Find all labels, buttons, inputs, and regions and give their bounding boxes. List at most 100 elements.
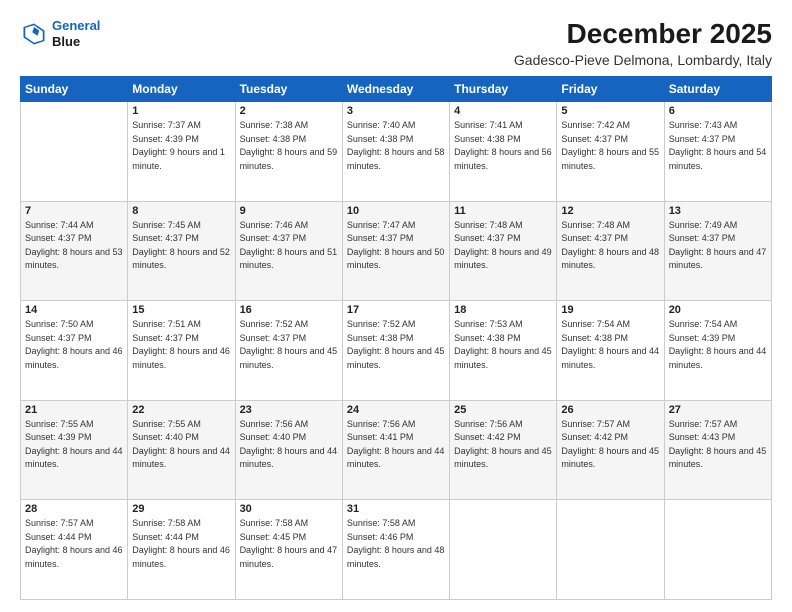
day-number: 12 [561, 205, 659, 217]
day-number: 17 [347, 304, 445, 316]
header-day-friday: Friday [557, 77, 664, 102]
calendar-cell: 28 Sunrise: 7:57 AMSunset: 4:44 PMDayligh… [21, 500, 128, 600]
header-day-wednesday: Wednesday [342, 77, 449, 102]
day-number: 10 [347, 205, 445, 217]
header-day-monday: Monday [128, 77, 235, 102]
day-info: Sunrise: 7:41 AMSunset: 4:38 PMDaylight:… [454, 119, 552, 173]
day-number: 20 [669, 304, 767, 316]
calendar-cell: 5 Sunrise: 7:42 AMSunset: 4:37 PMDaylight… [557, 102, 664, 202]
day-info: Sunrise: 7:47 AMSunset: 4:37 PMDaylight:… [347, 219, 445, 273]
day-number: 18 [454, 304, 552, 316]
day-number: 9 [240, 205, 338, 217]
calendar-cell [664, 500, 771, 600]
day-number: 7 [25, 205, 123, 217]
day-info: Sunrise: 7:54 AMSunset: 4:39 PMDaylight:… [669, 318, 767, 372]
header-day-sunday: Sunday [21, 77, 128, 102]
day-info: Sunrise: 7:58 AMSunset: 4:45 PMDaylight:… [240, 517, 338, 571]
calendar-cell: 30 Sunrise: 7:58 AMSunset: 4:45 PMDayligh… [235, 500, 342, 600]
day-number: 22 [132, 404, 230, 416]
day-number: 26 [561, 404, 659, 416]
day-number: 27 [669, 404, 767, 416]
day-number: 19 [561, 304, 659, 316]
day-info: Sunrise: 7:43 AMSunset: 4:37 PMDaylight:… [669, 119, 767, 173]
calendar-cell: 31 Sunrise: 7:58 AMSunset: 4:46 PMDayligh… [342, 500, 449, 600]
day-info: Sunrise: 7:51 AMSunset: 4:37 PMDaylight:… [132, 318, 230, 372]
day-number: 13 [669, 205, 767, 217]
title-block: December 2025 Gadesco-Pieve Delmona, Lom… [514, 18, 772, 68]
calendar-cell: 17Sunrise: 7:52 AMSunset: 4:38 PMDayligh… [342, 301, 449, 401]
logo-line2: Blue [52, 34, 100, 50]
calendar-cell: 23 Sunrise: 7:56 AMSunset: 4:40 PMDayligh… [235, 400, 342, 500]
logo: General Blue [20, 18, 100, 49]
day-number: 28 [25, 503, 123, 515]
day-info: Sunrise: 7:57 AMSunset: 4:42 PMDaylight:… [561, 418, 659, 472]
week-row-5: 28 Sunrise: 7:57 AMSunset: 4:44 PMDayligh… [21, 500, 772, 600]
day-info: Sunrise: 7:50 AMSunset: 4:37 PMDaylight:… [25, 318, 123, 372]
calendar-cell: 16 Sunrise: 7:52 AMSunset: 4:37 PMDayligh… [235, 301, 342, 401]
calendar-cell: 6 Sunrise: 7:43 AMSunset: 4:37 PMDaylight… [664, 102, 771, 202]
calendar-cell: 20 Sunrise: 7:54 AMSunset: 4:39 PMDayligh… [664, 301, 771, 401]
header-day-tuesday: Tuesday [235, 77, 342, 102]
calendar-cell [450, 500, 557, 600]
day-number: 25 [454, 404, 552, 416]
week-row-4: 21Sunrise: 7:55 AMSunset: 4:39 PMDayligh… [21, 400, 772, 500]
day-info: Sunrise: 7:52 AMSunset: 4:37 PMDaylight:… [240, 318, 338, 372]
calendar-table: SundayMondayTuesdayWednesdayThursdayFrid… [20, 76, 772, 600]
calendar-cell: 15 Sunrise: 7:51 AMSunset: 4:37 PMDayligh… [128, 301, 235, 401]
calendar-cell: 10 Sunrise: 7:47 AMSunset: 4:37 PMDayligh… [342, 201, 449, 301]
day-number: 23 [240, 404, 338, 416]
day-info: Sunrise: 7:42 AMSunset: 4:37 PMDaylight:… [561, 119, 659, 173]
header-day-thursday: Thursday [450, 77, 557, 102]
calendar-cell: 18Sunrise: 7:53 AMSunset: 4:38 PMDayligh… [450, 301, 557, 401]
page: General Blue December 2025 Gadesco-Pieve… [0, 0, 792, 612]
day-number: 15 [132, 304, 230, 316]
calendar-cell: 19 Sunrise: 7:54 AMSunset: 4:38 PMDayligh… [557, 301, 664, 401]
header: General Blue December 2025 Gadesco-Pieve… [20, 18, 772, 68]
day-info: Sunrise: 7:49 AMSunset: 4:37 PMDaylight:… [669, 219, 767, 273]
day-info: Sunrise: 7:57 AMSunset: 4:43 PMDaylight:… [669, 418, 767, 472]
day-info: Sunrise: 7:44 AMSunset: 4:37 PMDaylight:… [25, 219, 123, 273]
day-number: 16 [240, 304, 338, 316]
day-info: Sunrise: 7:56 AMSunset: 4:41 PMDaylight:… [347, 418, 445, 472]
day-info: Sunrise: 7:58 AMSunset: 4:44 PMDaylight:… [132, 517, 230, 571]
calendar-cell: 21Sunrise: 7:55 AMSunset: 4:39 PMDayligh… [21, 400, 128, 500]
logo-icon [20, 20, 48, 48]
day-number: 31 [347, 503, 445, 515]
calendar-cell: 13 Sunrise: 7:49 AMSunset: 4:37 PMDayligh… [664, 201, 771, 301]
main-title: December 2025 [514, 18, 772, 50]
day-number: 3 [347, 105, 445, 117]
calendar-cell: 2 Sunrise: 7:38 AMSunset: 4:38 PMDaylight… [235, 102, 342, 202]
calendar-cell: 7 Sunrise: 7:44 AMSunset: 4:37 PMDaylight… [21, 201, 128, 301]
calendar-cell: 24 Sunrise: 7:56 AMSunset: 4:41 PMDayligh… [342, 400, 449, 500]
day-info: Sunrise: 7:46 AMSunset: 4:37 PMDaylight:… [240, 219, 338, 273]
logo-text: General Blue [52, 18, 100, 49]
calendar-cell: 1Sunrise: 7:37 AMSunset: 4:39 PMDaylight… [128, 102, 235, 202]
calendar-cell: 3 Sunrise: 7:40 AMSunset: 4:38 PMDaylight… [342, 102, 449, 202]
day-number: 6 [669, 105, 767, 117]
day-number: 5 [561, 105, 659, 117]
day-number: 24 [347, 404, 445, 416]
calendar-cell: 22 Sunrise: 7:55 AMSunset: 4:40 PMDayligh… [128, 400, 235, 500]
logo-line1: General [52, 18, 100, 33]
day-number: 30 [240, 503, 338, 515]
day-number: 14 [25, 304, 123, 316]
day-info: Sunrise: 7:48 AMSunset: 4:37 PMDaylight:… [561, 219, 659, 273]
calendar-cell [557, 500, 664, 600]
week-row-1: 1Sunrise: 7:37 AMSunset: 4:39 PMDaylight… [21, 102, 772, 202]
calendar-cell: 27 Sunrise: 7:57 AMSunset: 4:43 PMDayligh… [664, 400, 771, 500]
day-info: Sunrise: 7:56 AMSunset: 4:40 PMDaylight:… [240, 418, 338, 472]
day-number: 8 [132, 205, 230, 217]
day-number: 2 [240, 105, 338, 117]
day-info: Sunrise: 7:56 AMSunset: 4:42 PMDaylight:… [454, 418, 552, 472]
day-info: Sunrise: 7:58 AMSunset: 4:46 PMDaylight:… [347, 517, 445, 571]
calendar-header-row: SundayMondayTuesdayWednesdayThursdayFrid… [21, 77, 772, 102]
day-info: Sunrise: 7:55 AMSunset: 4:40 PMDaylight:… [132, 418, 230, 472]
day-info: Sunrise: 7:40 AMSunset: 4:38 PMDaylight:… [347, 119, 445, 173]
day-info: Sunrise: 7:37 AMSunset: 4:39 PMDaylight:… [132, 119, 230, 173]
day-info: Sunrise: 7:55 AMSunset: 4:39 PMDaylight:… [25, 418, 123, 472]
week-row-2: 7 Sunrise: 7:44 AMSunset: 4:37 PMDaylight… [21, 201, 772, 301]
day-info: Sunrise: 7:54 AMSunset: 4:38 PMDaylight:… [561, 318, 659, 372]
day-number: 4 [454, 105, 552, 117]
day-info: Sunrise: 7:38 AMSunset: 4:38 PMDaylight:… [240, 119, 338, 173]
day-info: Sunrise: 7:57 AMSunset: 4:44 PMDaylight:… [25, 517, 123, 571]
